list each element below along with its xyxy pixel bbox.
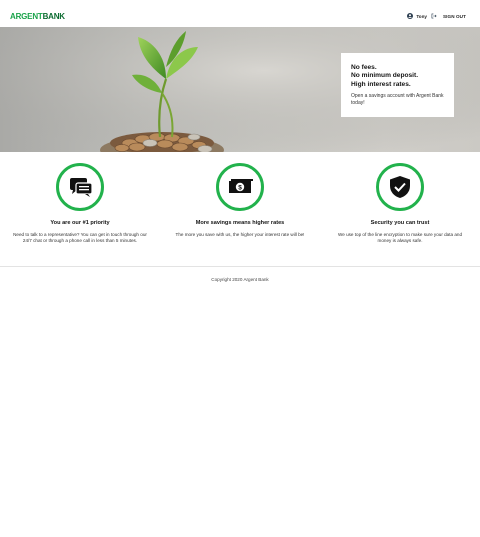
shield-icon [390,176,410,198]
feature-text: We use top of the line encryption to mak… [337,232,463,243]
promo-line-no-minimum: No minimum deposit. [351,72,419,80]
top-nav: ARGENTBANK Tony SIGN OUT [0,0,480,27]
feature-text: Need to talk to a representative? You ca… [13,232,147,243]
sign-out-link[interactable]: SIGN OUT [443,14,466,19]
promo-line-no-fees: No fees. [351,64,377,71]
logo-part-bank: BANK [42,12,66,21]
user-menu: Tony SIGN OUT [407,13,466,19]
argent-bank-logo[interactable]: ARGENTBANK [10,12,65,21]
feature-icon-circle: $ [216,163,264,211]
feature-icon-circle [376,163,424,211]
logo-part-argent: ARGENT [10,12,43,21]
footer-divider [0,266,480,267]
feature-title: More savings means higher rates [195,220,285,226]
user-name-link[interactable]: Tony [416,14,427,19]
money-icon: $ [229,179,253,193]
feature-title: Security you can trust [370,220,430,226]
feature-text: The more you save with us, the higher yo… [175,232,305,237]
footer-copyright: Copyright 2020 Argent Bank [211,277,269,282]
promo-subtext: Open a savings account with Argent Bank … [351,93,444,106]
feature-savings: $ More savings means higher rates The mo… [160,163,320,238]
svg-text:$: $ [238,184,242,191]
feature-security: Security you can trust We use top of the… [320,163,480,243]
promo-card: No fees. No minimum deposit. High intere… [341,53,454,117]
promo-line-interest: High interest rates. [351,80,411,88]
user-circle-icon[interactable] [407,13,414,19]
feature-priority: You are our #1 priority Need to talk to … [0,163,160,243]
chat-icon [70,178,93,197]
feature-title: You are our #1 priority [50,220,110,226]
feature-icon-circle [56,163,104,211]
sign-out-icon[interactable] [431,13,437,19]
